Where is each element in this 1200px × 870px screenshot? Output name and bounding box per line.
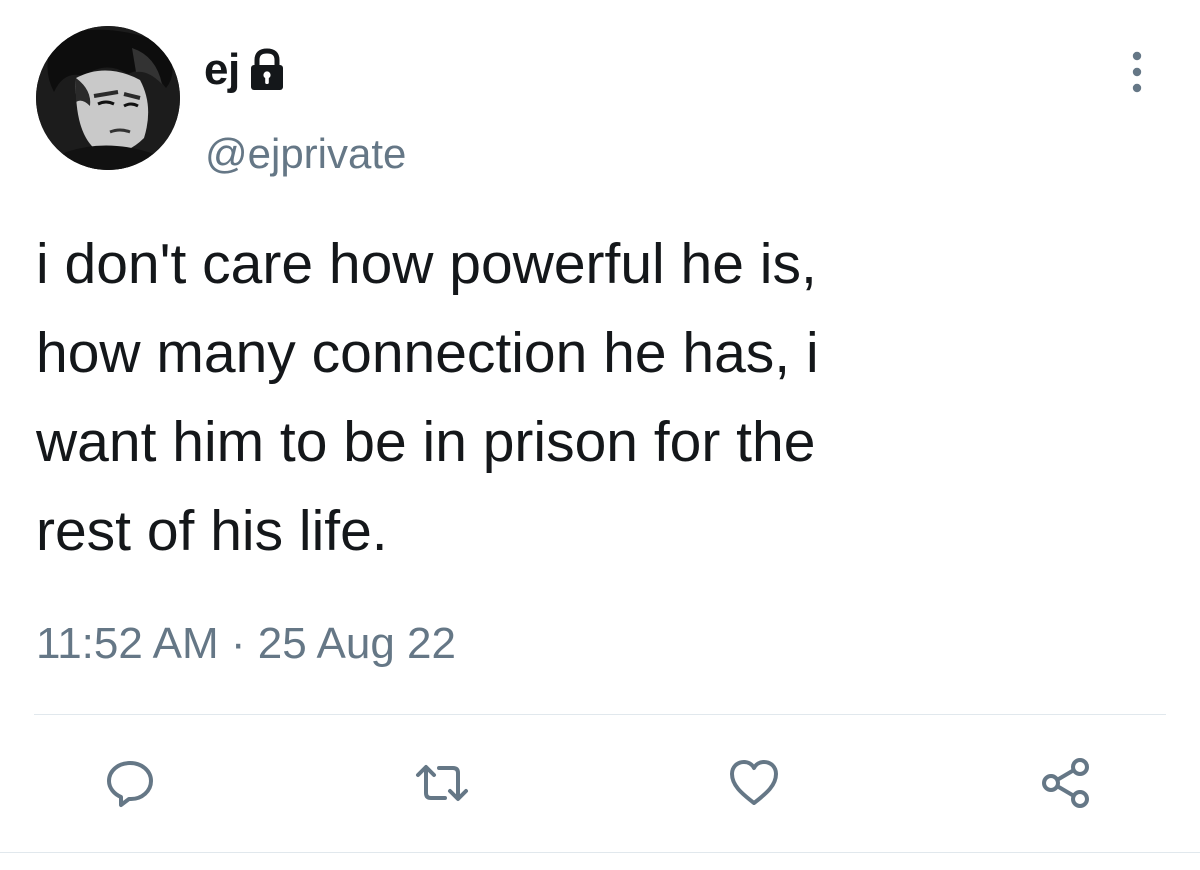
retweet-icon <box>412 757 472 814</box>
tweet-text-line: want him to be in prison for the <box>36 410 816 474</box>
divider <box>34 714 1166 715</box>
divider <box>0 852 1200 853</box>
share-icon <box>1038 755 1094 816</box>
display-name[interactable]: ej <box>204 48 240 92</box>
share-button[interactable] <box>1036 755 1096 815</box>
tweet-text-line: rest of his life. <box>36 499 388 563</box>
avatar[interactable] <box>36 26 180 170</box>
tweet-timestamp[interactable]: 11:52 AM · 25 Aug 22 <box>36 622 456 666</box>
tweet-text: i don't care how powerful he is, how man… <box>36 220 1156 576</box>
heart-icon <box>727 757 781 814</box>
more-vertical-icon[interactable] <box>1122 48 1152 96</box>
tweet-time: 11:52 AM <box>36 619 219 668</box>
retweet-button[interactable] <box>412 755 472 815</box>
reply-icon <box>104 757 156 814</box>
tweet-card: ej @ejprivate i don't care how powerful … <box>0 0 1200 870</box>
tweet-date: 25 Aug 22 <box>257 619 456 668</box>
reply-button[interactable] <box>100 755 160 815</box>
tweet-text-line: i don't care how powerful he is, <box>36 232 817 296</box>
meta-separator: · <box>230 619 246 668</box>
like-button[interactable] <box>724 755 784 815</box>
user-handle[interactable]: @ejprivate <box>205 133 406 175</box>
action-bar <box>0 755 1200 815</box>
display-name-row: ej <box>204 40 286 100</box>
lock-icon <box>248 48 286 92</box>
tweet-text-line: how many connection he has, i <box>36 321 819 385</box>
